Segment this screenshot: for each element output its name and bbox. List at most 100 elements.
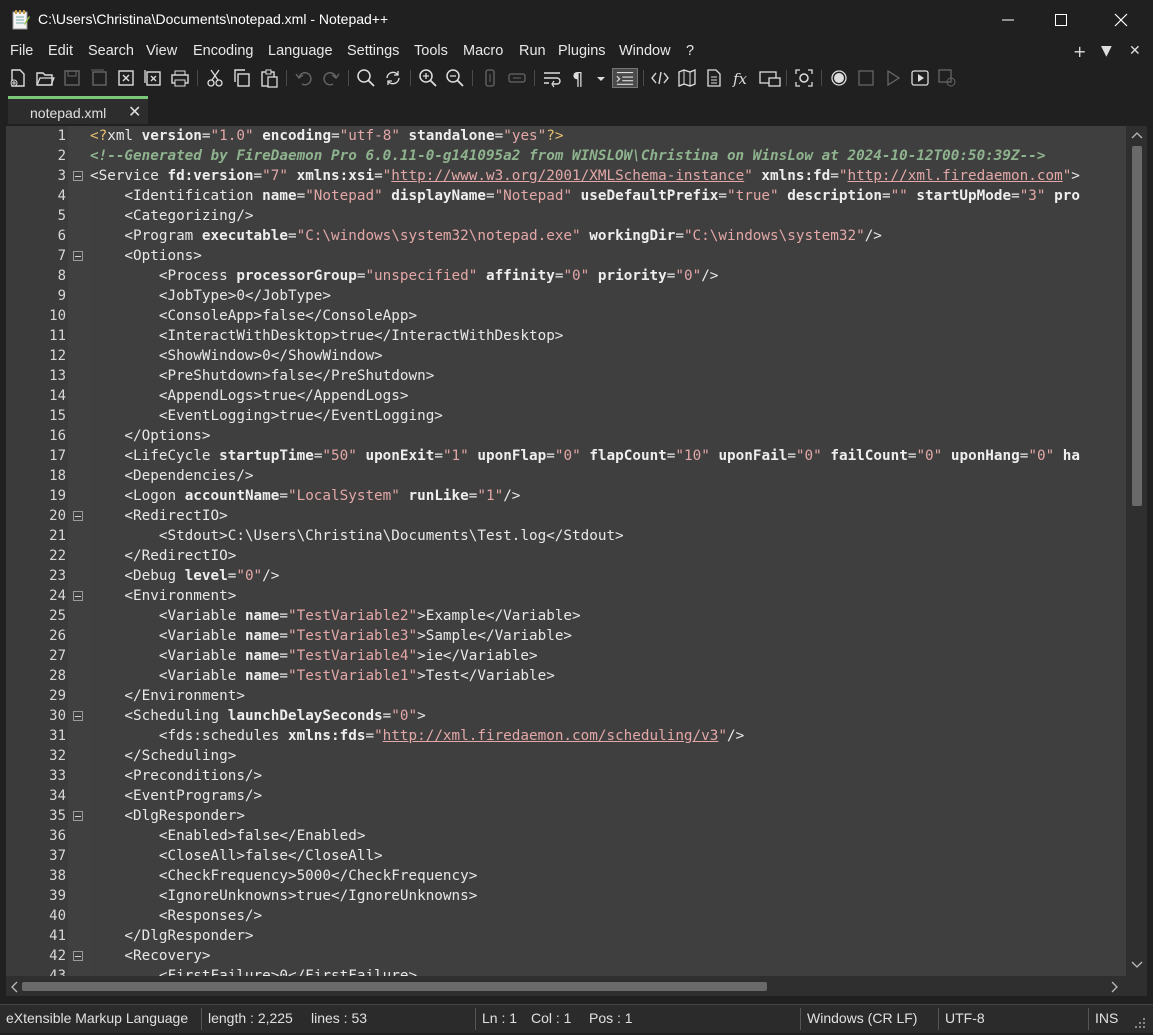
fold-toggle-icon[interactable]	[73, 711, 83, 721]
indent-guide-icon[interactable]	[612, 68, 638, 88]
code-line[interactable]: </Options>	[90, 426, 210, 446]
code-token[interactable]: http://www.w3.org/2001/XMLSchema-instanc…	[391, 168, 744, 184]
function-list-icon[interactable]: fx	[731, 68, 751, 88]
code-line[interactable]: <Options>	[90, 246, 201, 266]
new-file-icon[interactable]	[8, 68, 28, 88]
menu-run[interactable]: Run	[519, 43, 546, 59]
status-eol[interactable]: Windows (CR LF)	[807, 1010, 917, 1026]
code-line[interactable]: <Logon accountName="LocalSystem" runLike…	[90, 486, 520, 506]
menu-help[interactable]: ?	[686, 43, 694, 59]
menu-language[interactable]: Language	[268, 43, 333, 59]
folder-workspace-icon[interactable]	[758, 68, 782, 88]
code-line[interactable]: <DlgResponder>	[90, 806, 245, 826]
code-line[interactable]: <Enabled>false</Enabled>	[90, 826, 366, 846]
code-line[interactable]: <Program executable="C:\windows\system32…	[90, 226, 882, 246]
menu-macro[interactable]: Macro	[463, 43, 503, 59]
record-macro-icon[interactable]	[829, 68, 849, 88]
menu-view[interactable]: View	[146, 43, 177, 59]
tab-close-icon[interactable]: ✕	[128, 102, 141, 121]
status-encoding[interactable]: UTF-8	[945, 1010, 985, 1026]
code-line[interactable]: <Categorizing/>	[90, 206, 253, 226]
scroll-left-icon[interactable]	[9, 981, 19, 993]
menu-tools[interactable]: Tools	[414, 43, 448, 59]
code-line[interactable]: <PreShutdown>false</PreShutdown>	[90, 366, 434, 386]
dropdown-icon[interactable]	[594, 68, 608, 88]
menu-file[interactable]: File	[10, 43, 33, 59]
scroll-up-icon[interactable]	[1131, 130, 1143, 140]
code-line[interactable]: <IgnoreUnknowns>true</IgnoreUnknowns>	[90, 886, 477, 906]
code-line[interactable]: </RedirectIO>	[90, 546, 236, 566]
code-line[interactable]: <ShowWindow>0</ShowWindow>	[90, 346, 383, 366]
code-line[interactable]: <Stdout>C:\Users\Christina\Documents\Tes…	[90, 526, 624, 546]
code-line[interactable]: <Recovery>	[90, 946, 210, 966]
code-line[interactable]: <Environment>	[90, 586, 236, 606]
code-line[interactable]: </DlgResponder>	[90, 926, 253, 946]
fold-toggle-icon[interactable]	[73, 811, 83, 821]
zoom-in-icon[interactable]	[418, 68, 438, 88]
minimize-button[interactable]	[979, 0, 1037, 40]
code-line[interactable]: <Variable name="TestVariable3">Sample</V…	[90, 626, 572, 646]
zoom-out-icon[interactable]	[445, 68, 465, 88]
sync-vertical-icon[interactable]	[480, 68, 500, 88]
menu-encoding[interactable]: Encoding	[193, 43, 253, 59]
code-line[interactable]: <Variable name="TestVariable1">Test</Var…	[90, 666, 555, 686]
code-line[interactable]: <Preconditions/>	[90, 766, 262, 786]
code-line[interactable]: <Variable name="TestVariable2">Example</…	[90, 606, 581, 626]
word-wrap-icon[interactable]	[542, 68, 562, 88]
play-macro-icon[interactable]	[883, 68, 903, 88]
fold-toggle-icon[interactable]	[73, 591, 83, 601]
code-line[interactable]: <CloseAll>false</CloseAll>	[90, 846, 383, 866]
new-tab-button[interactable]: +	[1073, 42, 1086, 61]
code-line[interactable]: <?xml version="1.0" encoding="utf-8" sta…	[90, 126, 564, 146]
stop-macro-icon[interactable]	[856, 68, 876, 88]
tab-list-button[interactable]: ▼	[1101, 43, 1112, 59]
close-all-icon[interactable]	[143, 68, 163, 88]
open-file-icon[interactable]	[35, 68, 55, 88]
code-line[interactable]: <Scheduling launchDelaySeconds="0">	[90, 706, 425, 726]
vertical-scrollbar[interactable]	[1126, 126, 1147, 976]
vertical-scroll-thumb[interactable]	[1132, 146, 1142, 506]
horizontal-scrollbar[interactable]	[6, 976, 1126, 996]
code-line[interactable]: <InteractWithDesktop>true</InteractWithD…	[90, 326, 564, 346]
status-insert-mode[interactable]: INS	[1095, 1010, 1118, 1026]
show-all-characters-icon[interactable]: ¶	[569, 68, 589, 88]
code-line[interactable]: <Variable name="TestVariable4">ie</Varia…	[90, 646, 538, 666]
scroll-down-icon[interactable]	[1131, 960, 1143, 970]
document-map-icon[interactable]	[677, 68, 697, 88]
maximize-button[interactable]	[1032, 0, 1090, 40]
horizontal-scroll-thumb[interactable]	[22, 982, 767, 991]
menu-window[interactable]: Window	[619, 43, 671, 59]
fold-toggle-icon[interactable]	[73, 171, 83, 181]
code-line[interactable]: <Dependencies/>	[90, 466, 253, 486]
save-all-icon[interactable]	[89, 68, 109, 88]
code-line[interactable]: <CheckFrequency>5000</CheckFrequency>	[90, 866, 477, 886]
resize-grip-icon[interactable]	[1133, 1016, 1147, 1030]
code-line[interactable]: <RedirectIO>	[90, 506, 227, 526]
xml-tag-icon[interactable]	[650, 68, 670, 88]
code-line[interactable]: <Responses/>	[90, 906, 262, 926]
cut-icon[interactable]	[205, 68, 225, 88]
code-line[interactable]: <EventLogging>true</EventLogging>	[90, 406, 443, 426]
paste-icon[interactable]	[259, 68, 279, 88]
code-line[interactable]: </Environment>	[90, 686, 245, 706]
sync-horizontal-icon[interactable]	[507, 68, 527, 88]
code-area[interactable]: <?xml version="1.0" encoding="utf-8" sta…	[90, 126, 1126, 976]
menu-settings[interactable]: Settings	[347, 43, 399, 59]
close-document-button[interactable]: ✕	[1129, 43, 1141, 59]
menu-plugins[interactable]: Plugins	[558, 43, 606, 59]
code-token[interactable]: http://xml.firedaemon.com/scheduling/v3	[383, 728, 719, 744]
fold-toggle-icon[interactable]	[73, 511, 83, 521]
document-list-icon[interactable]	[704, 68, 724, 88]
save-icon[interactable]	[62, 68, 82, 88]
code-line[interactable]: <!--Generated by FireDaemon Pro 6.0.11-0…	[90, 146, 1045, 166]
code-line[interactable]: <AppendLogs>true</AppendLogs>	[90, 386, 409, 406]
editor[interactable]: 1 2 3 4 5 6 7 8 9 10 11 12 13 14 15 16 17 18 19 20 21 22 23 24 2…	[6, 126, 1147, 976]
code-line[interactable]: </Scheduling>	[90, 746, 236, 766]
code-line[interactable]: <FirstFailure>0</FirstFailure>	[90, 966, 417, 976]
code-line[interactable]: <Identification name="Notepad" displayNa…	[90, 186, 1080, 206]
menu-search[interactable]: Search	[88, 43, 134, 59]
code-line[interactable]: <LifeCycle startupTime="50" uponExit="1"…	[90, 446, 1080, 466]
run-macro-multiple-icon[interactable]	[910, 68, 930, 88]
scroll-right-icon[interactable]	[1110, 981, 1120, 993]
print-icon[interactable]	[170, 68, 190, 88]
